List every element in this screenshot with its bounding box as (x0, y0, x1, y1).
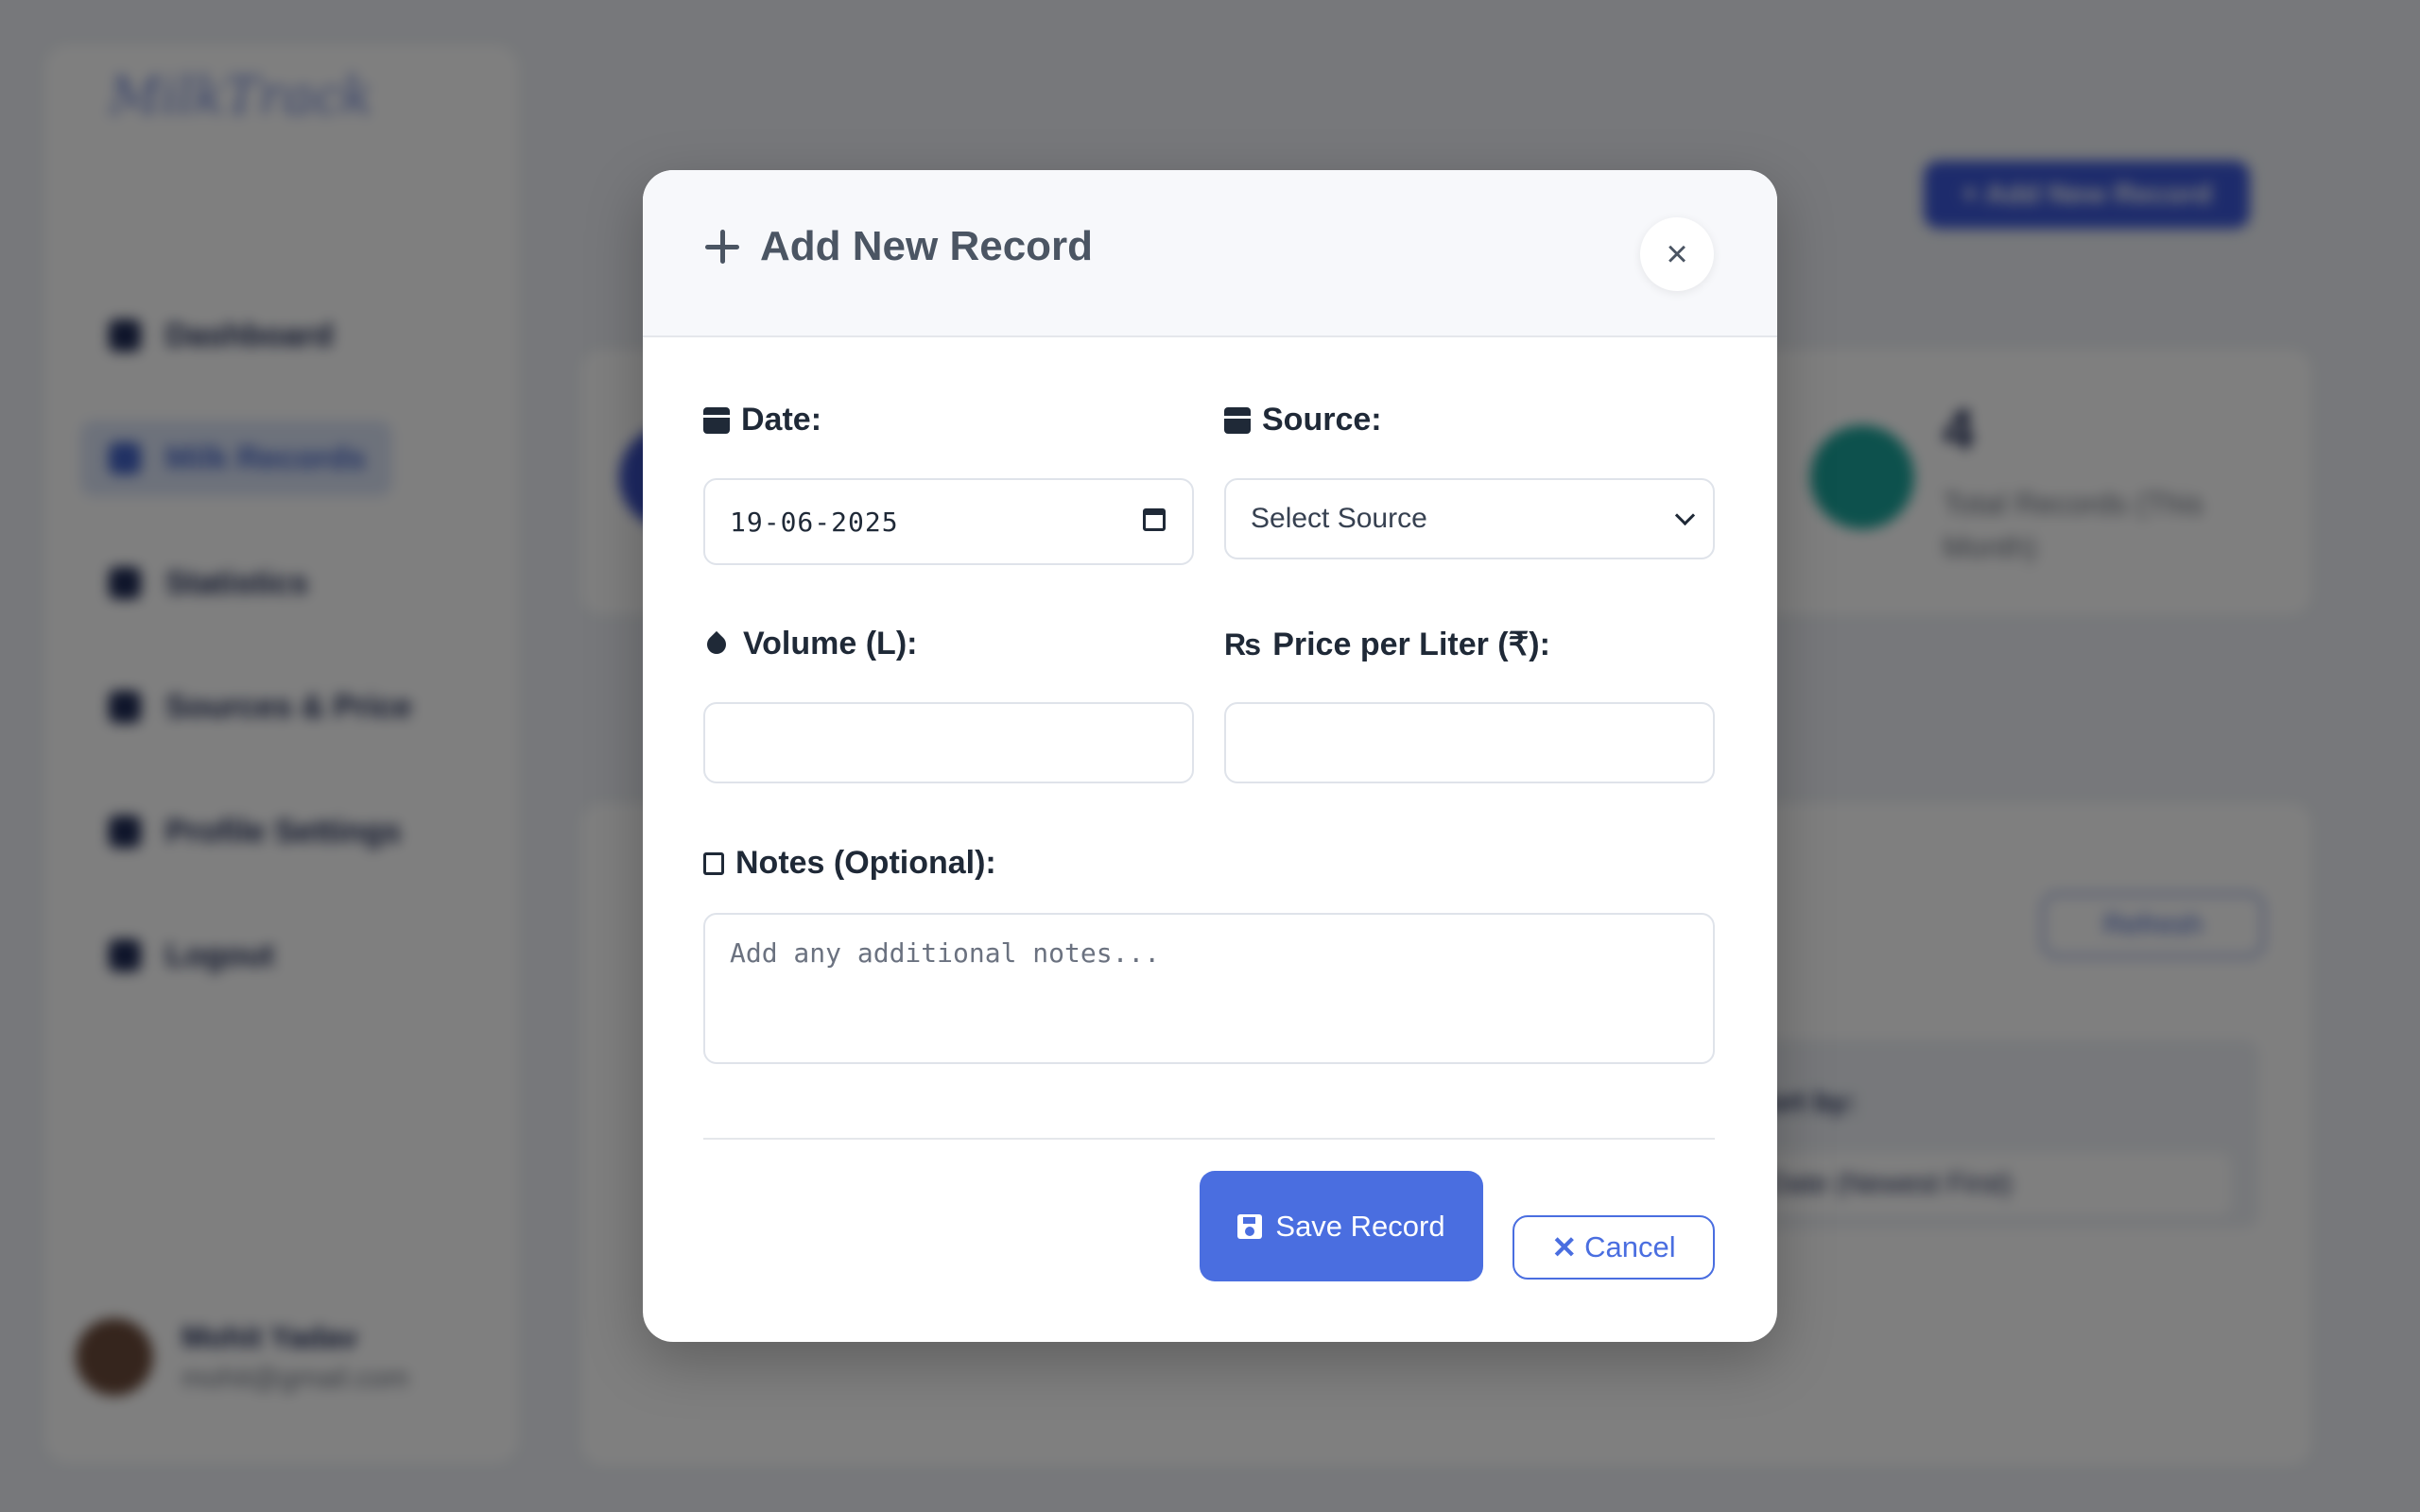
notes-label-text: Notes (Optional): (735, 845, 996, 881)
save-button[interactable]: Save Record (1200, 1171, 1483, 1281)
note-icon (703, 851, 724, 875)
volume-label: Volume (L): (702, 626, 918, 662)
date-input[interactable]: 19-06-2025 (703, 478, 1194, 565)
store-icon (1224, 406, 1251, 434)
modal-header: Add New Record × (643, 170, 1777, 337)
volume-input[interactable] (703, 702, 1194, 783)
source-label-text: Source: (1262, 402, 1382, 438)
price-label: ₨ Price per Liter (₹): (1224, 626, 1550, 663)
notes-label: Notes (Optional): (703, 845, 996, 882)
source-select-value: Select Source (1251, 503, 1427, 534)
cancel-button-label: Cancel (1584, 1230, 1676, 1263)
divider (703, 1138, 1715, 1140)
add-record-modal: Add New Record × Date: 19-06-2025 Source… (643, 170, 1777, 1342)
modal-title: Add New Record (703, 223, 1093, 270)
save-icon (1237, 1213, 1263, 1239)
source-label: Source: (1224, 402, 1382, 438)
cancel-button[interactable]: ✕ Cancel (1512, 1215, 1715, 1280)
calendar-icon (703, 406, 730, 434)
droplet-icon (702, 630, 731, 658)
source-select[interactable]: Select Source (1224, 478, 1715, 559)
modal-title-text: Add New Record (760, 223, 1094, 269)
rupee-icon: ₨ (1224, 627, 1262, 662)
date-picker-icon[interactable] (1143, 508, 1166, 531)
close-icon: ✕ (1551, 1230, 1578, 1264)
date-value: 19-06-2025 (730, 506, 899, 538)
date-label-text: Date: (741, 402, 822, 438)
close-button[interactable]: × (1640, 217, 1714, 291)
notes-textarea[interactable]: Add any additional notes... (703, 913, 1715, 1064)
chevron-down-icon (1674, 505, 1696, 526)
notes-placeholder: Add any additional notes... (730, 937, 1161, 969)
save-button-label: Save Record (1275, 1209, 1445, 1243)
plus-icon (703, 228, 741, 266)
date-label: Date: (703, 402, 821, 438)
volume-label-text: Volume (L): (743, 626, 918, 662)
price-input[interactable] (1224, 702, 1715, 783)
price-label-text: Price per Liter (₹): (1272, 627, 1550, 662)
